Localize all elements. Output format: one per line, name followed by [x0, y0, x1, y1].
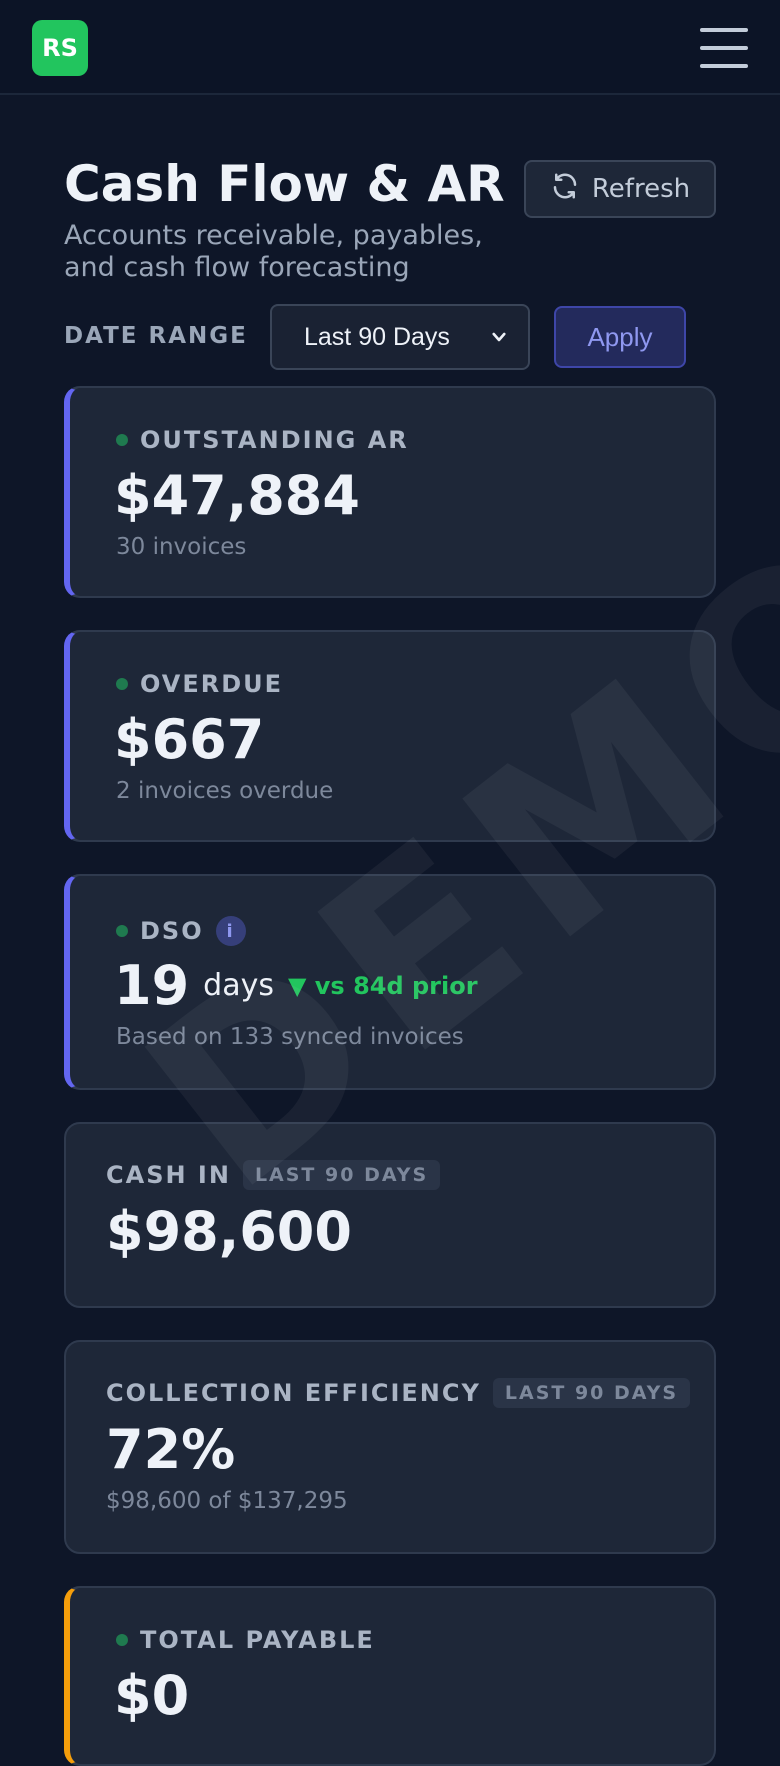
- refresh-label: Refresh: [591, 174, 691, 204]
- total-payable-card: TOTAL PAYABLE $0: [64, 1586, 716, 1766]
- dso-trend: ▼ vs 84d prior: [287, 971, 478, 1000]
- status-dot-icon: [116, 678, 128, 690]
- total-payable-label: TOTAL PAYABLE: [140, 1626, 375, 1654]
- refresh-button[interactable]: Refresh: [524, 160, 716, 218]
- cash-in-card: CASH IN LAST 90 DAYS $98,600: [64, 1122, 716, 1308]
- dso-sub: Based on 133 synced invoices: [116, 1024, 464, 1050]
- overdue-value: $667: [114, 708, 265, 771]
- period-badge: LAST 90 DAYS: [492, 1378, 691, 1408]
- info-icon[interactable]: i: [215, 916, 246, 946]
- logo[interactable]: RS: [32, 20, 88, 76]
- overdue-sub: 2 invoices overdue: [116, 778, 334, 804]
- card-label: DSO i: [116, 916, 246, 946]
- outstanding-ar-sub: 30 invoices: [116, 534, 247, 560]
- dso-unit: days: [203, 968, 274, 1003]
- total-payable-value: $0: [114, 1664, 190, 1727]
- page-title: Cash Flow & AR: [64, 155, 505, 213]
- card-label: COLLECTION EFFICIENCY LAST 90 DAYS: [106, 1378, 691, 1408]
- cash-in-value: $98,600: [106, 1200, 352, 1263]
- collection-efficiency-label: COLLECTION EFFICIENCY: [106, 1379, 481, 1407]
- dso-value-row: 19 days ▼ vs 84d prior: [114, 954, 478, 1017]
- status-dot-icon: [116, 1634, 128, 1646]
- period-badge: LAST 90 DAYS: [242, 1160, 441, 1190]
- chevron-down-icon: [492, 332, 506, 342]
- collection-efficiency-value: 72%: [106, 1418, 236, 1481]
- outstanding-ar-card: OUTSTANDING AR $47,884 30 invoices: [64, 386, 716, 598]
- card-label: OUTSTANDING AR: [116, 426, 409, 454]
- status-dot-icon: [116, 434, 128, 446]
- card-label: CASH IN LAST 90 DAYS: [106, 1160, 441, 1190]
- overdue-card: OVERDUE $667 2 invoices overdue: [64, 630, 716, 842]
- apply-button[interactable]: Apply: [554, 306, 686, 368]
- overdue-label: OVERDUE: [140, 670, 284, 698]
- date-range-value: Last 90 Days: [304, 322, 450, 351]
- outstanding-ar-label: OUTSTANDING AR: [140, 426, 409, 454]
- status-dot-icon: [116, 925, 128, 937]
- collection-efficiency-card: COLLECTION EFFICIENCY LAST 90 DAYS 72% $…: [64, 1340, 716, 1554]
- top-bar: RS: [0, 0, 780, 95]
- collection-efficiency-sub: $98,600 of $137,295: [106, 1488, 348, 1514]
- page-subtitle: Accounts receivable, payables, and cash …: [64, 220, 483, 283]
- refresh-icon: [550, 171, 580, 208]
- dso-card: DSO i 19 days ▼ vs 84d prior Based on 13…: [64, 874, 716, 1090]
- hamburger-menu-icon[interactable]: [700, 28, 748, 68]
- cash-in-label: CASH IN: [106, 1161, 231, 1189]
- date-range-label: DATE RANGE: [64, 323, 248, 349]
- date-range-select[interactable]: Last 90 Days: [270, 304, 530, 370]
- dso-label: DSO: [140, 917, 204, 945]
- card-label: OVERDUE: [116, 670, 283, 698]
- outstanding-ar-value: $47,884: [114, 464, 360, 527]
- card-label: TOTAL PAYABLE: [116, 1626, 375, 1654]
- dso-value: 19: [114, 954, 190, 1017]
